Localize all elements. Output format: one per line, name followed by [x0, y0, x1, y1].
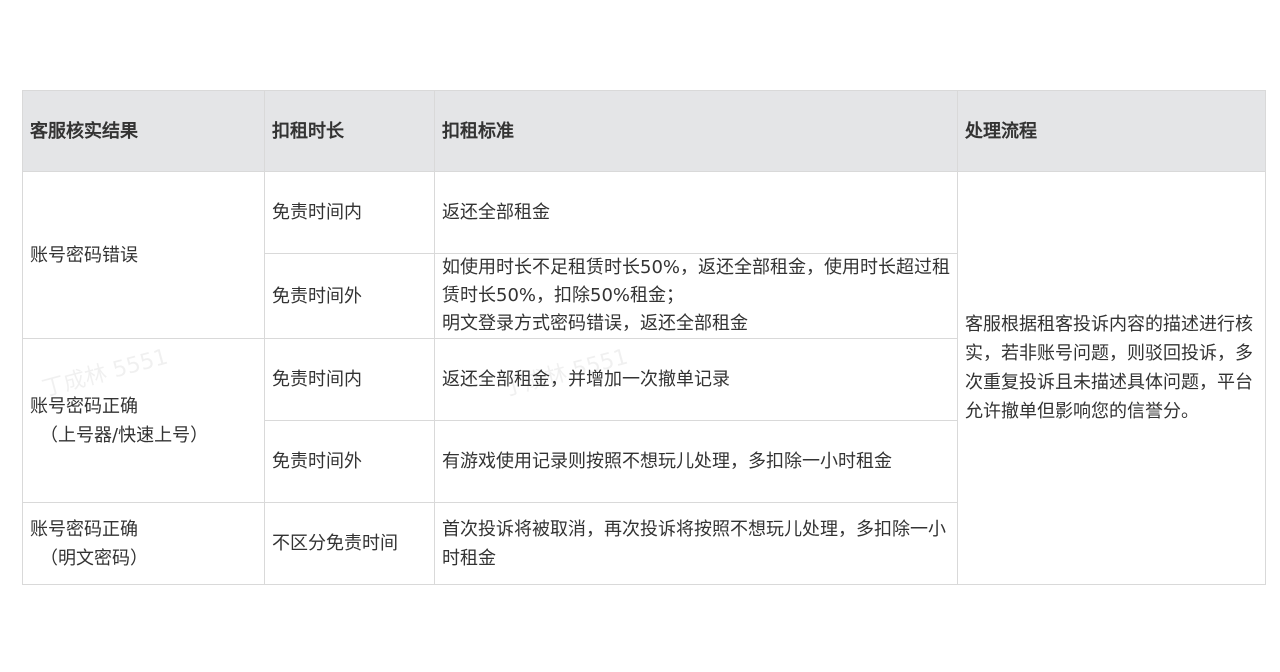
result-line: 账号密码错误	[30, 244, 138, 266]
cell-duration: 免责时间内	[264, 338, 435, 421]
standard-line: 首次投诉将被取消，再次投诉将按照不想玩儿处理，多扣除一小时租金	[442, 518, 946, 569]
header-process-flow: 处理流程	[957, 90, 1266, 172]
standard-line: 有游戏使用记录则按照不想玩儿处理，多扣除一小时租金	[442, 451, 892, 472]
cell-standard: 首次投诉将被取消，再次投诉将按照不想玩儿处理，多扣除一小时租金	[434, 502, 958, 585]
cell-standard: 返还全部租金	[434, 171, 958, 254]
header-deduction-standard: 扣租标准	[434, 90, 958, 172]
cell-process-flow: 客服根据租客投诉内容的描述进行核实，若非账号问题，则驳回投诉，多次重复投诉且未描…	[957, 171, 1266, 585]
table-row: 账号密码错误 免责时间内 返还全部租金 客服根据租客投诉内容的描述进行核实，若非…	[22, 171, 1266, 585]
cell-duration: 免责时间外	[264, 420, 435, 503]
cell-duration: 免责时间内	[264, 171, 435, 254]
rent-deduction-table: 客服核实结果 扣租时长 扣租标准 处理流程 账号密码错误 免责时间内 返还全部租…	[22, 90, 1266, 585]
result-line: 账号密码正确	[30, 395, 138, 417]
cell-duration: 免责时间外	[264, 253, 435, 339]
table-header-row: 客服核实结果 扣租时长 扣租标准 处理流程	[22, 90, 1266, 172]
standard-line: 返还全部租金	[442, 202, 550, 223]
result-line: （上号器/快速上号）	[40, 424, 209, 446]
cell-standard: 如使用时长不足租赁时长50%，返还全部租金，使用时长超过租赁时长50%，扣除50…	[434, 253, 958, 339]
cell-verification-result: 账号密码错误	[22, 171, 265, 339]
cell-verification-result: 账号密码正确 （明文密码）	[22, 502, 265, 585]
cell-verification-result: 账号密码正确 （上号器/快速上号）	[22, 338, 265, 503]
standard-line: 明文登录方式密码错误，返还全部租金	[442, 313, 748, 334]
result-line: 账号密码正确	[30, 518, 138, 540]
cell-duration: 不区分免责时间	[264, 502, 435, 585]
result-line: （明文密码）	[40, 547, 148, 569]
cell-standard: 返还全部租金，并增加一次撤单记录	[434, 338, 958, 421]
standard-line: 返还全部租金，并增加一次撤单记录	[442, 369, 730, 390]
header-verification-result: 客服核实结果	[22, 90, 265, 172]
standard-line: 如使用时长不足租赁时长50%，返还全部租金，使用时长超过租赁时长50%，扣除50…	[442, 257, 951, 306]
header-deduction-duration: 扣租时长	[264, 90, 435, 172]
cell-standard: 有游戏使用记录则按照不想玩儿处理，多扣除一小时租金	[434, 420, 958, 503]
